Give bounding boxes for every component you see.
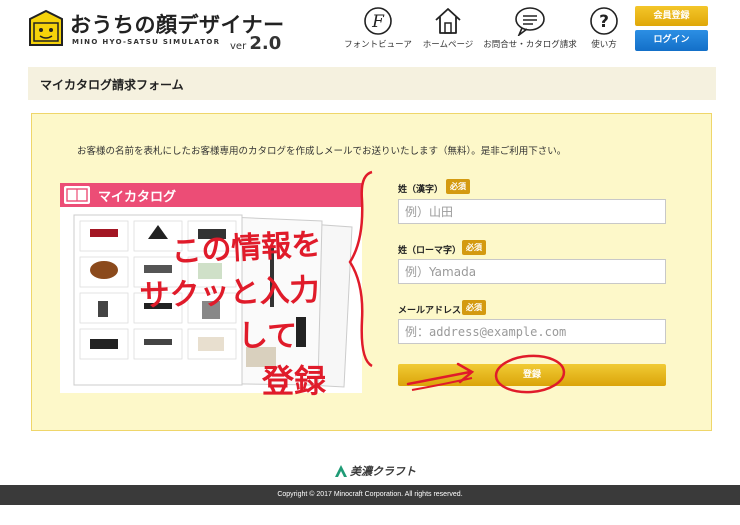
chat-bubble-icon	[515, 7, 545, 36]
font-viewer-icon: F	[364, 7, 392, 35]
nav-font-viewer[interactable]: F フォントビューア	[344, 6, 412, 50]
catalog-pages-image	[60, 207, 362, 393]
email-input[interactable]	[398, 319, 666, 344]
site-header: おうちの顔デザイナー MINO HYO-SATSU SIMULATOR ver …	[0, 0, 740, 62]
logo-version: ver 2.0	[230, 33, 282, 54]
surname-kanji-input[interactable]	[398, 199, 666, 224]
mascot-icon	[29, 9, 63, 46]
required-badge: 必須	[462, 300, 486, 315]
nav-homepage[interactable]: ホームページ	[418, 6, 478, 50]
brand-mark-icon	[335, 465, 347, 477]
catalog-title: マイカタログ	[98, 190, 177, 205]
field-label-email: メールアドレス	[398, 306, 462, 316]
intro-text: お客様の名前を表札にしたお客様専用のカタログを作成しメールでお送りいたします（無…	[77, 146, 567, 157]
svg-text:?: ?	[599, 12, 609, 32]
nav-contact-catalog[interactable]: お問合せ・カタログ請求	[482, 6, 578, 50]
member-register-button[interactable]: 会員登録	[635, 6, 708, 26]
logo-subtitle: MINO HYO-SATSU SIMULATOR	[72, 38, 221, 46]
question-icon: ?	[590, 7, 618, 35]
page-title-bar: マイカタログ請求フォーム	[28, 67, 716, 100]
nav-how-to-use[interactable]: ? 使い方	[584, 6, 624, 50]
register-submit-button[interactable]: 登録	[398, 364, 666, 386]
field-label-surname-romaji: 姓（ローマ字）	[398, 246, 462, 256]
svg-text:F: F	[371, 12, 385, 32]
required-badge: 必須	[446, 179, 470, 194]
required-badge: 必須	[462, 240, 486, 255]
copyright-text: Copyright © 2017 Minocraft Corporation. …	[277, 491, 463, 498]
footer-bar: Copyright © 2017 Minocraft Corporation. …	[0, 485, 740, 505]
home-icon	[435, 8, 461, 34]
footer-brand-logo[interactable]: 美濃クラフト	[334, 463, 416, 479]
catalog-header: マイカタログ	[60, 183, 362, 207]
surname-romaji-input[interactable]	[398, 259, 666, 284]
catalog-preview: マイカタログ	[60, 183, 362, 393]
site-logo[interactable]: おうちの顔デザイナー MINO HYO-SATSU SIMULATOR ver …	[26, 9, 284, 54]
login-button[interactable]: ログイン	[635, 30, 708, 51]
field-label-surname-kanji: 姓（漢字）	[398, 185, 444, 195]
catalog-badge-icon	[64, 186, 90, 204]
page-title: マイカタログ請求フォーム	[40, 78, 184, 92]
